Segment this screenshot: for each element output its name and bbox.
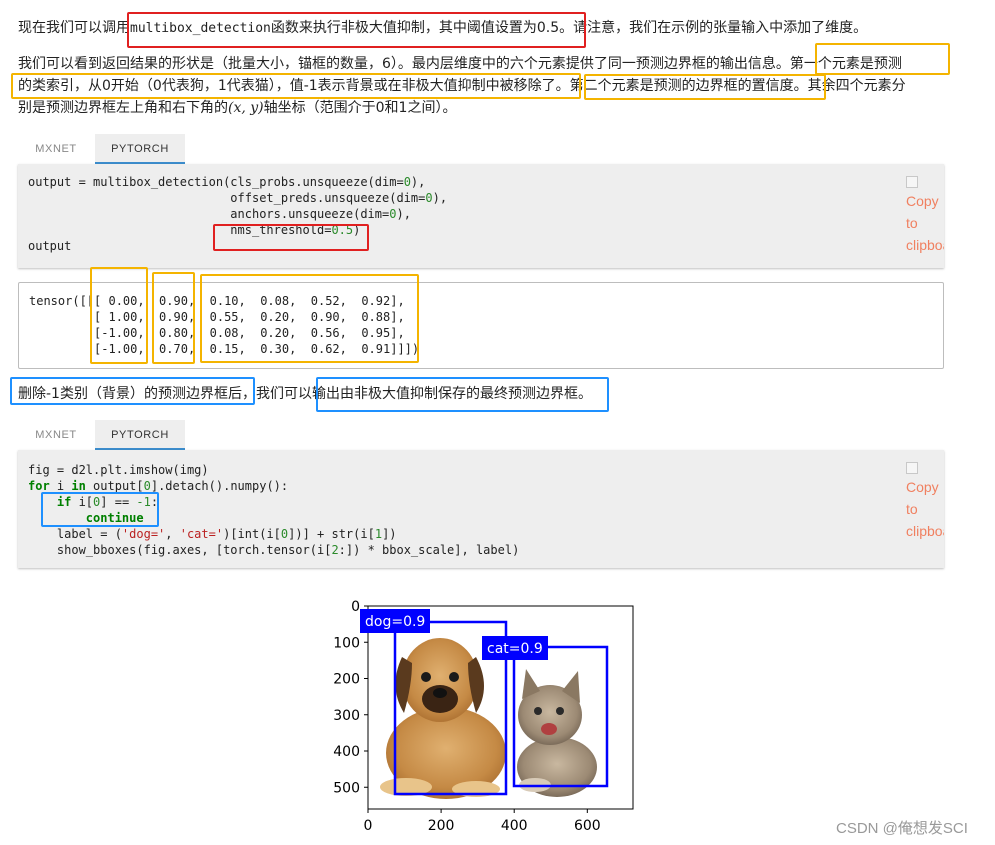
para2-line2: 的类索引，从0开始（0代表狗，1代表猫），值-1表示背景或在非极大值抑制中被移除… [18, 78, 906, 94]
intro-paragraph: 现在我们可以调用multibox_detection函数来执行非极大值抑制，其中… [18, 17, 948, 40]
y-tick-label: 400 [333, 744, 360, 760]
copy-label: Copy to clipboard [906, 193, 944, 253]
para2-line3: 别是预测边界框左上角和右下角的(x, y)轴坐标（范围介于0和1之间）。 [18, 100, 457, 116]
tab-pytorch[interactable]: PYTORCH [95, 134, 185, 164]
copy-to-clipboard-button[interactable]: Copy to clipboard [906, 176, 944, 256]
para1-text-after: 函数来执行非极大值抑制，其中阈值设置为0.5。请注意，我们在示例的张量输入中添加… [270, 20, 868, 36]
code-text: fig = d2l.plt.imshow(img) for i in outpu… [28, 463, 520, 557]
tensor-output-block: tensor([[[ 0.00, 0.90, 0.10, 0.08, 0.52,… [18, 282, 944, 369]
x-tick-label: 600 [574, 818, 601, 834]
y-tick-label: 100 [333, 635, 360, 651]
broken-image-icon [906, 176, 918, 188]
para2-line1: 我们可以看到返回结果的形状是（批量大小，锚框的数量，6）。最内层维度中的六个元素… [18, 56, 902, 72]
x-tick-label: 0 [364, 818, 373, 834]
x-tick-label: 400 [501, 818, 528, 834]
detection-result-plot: dog=0.9 cat=0.9 0 100 200 300 400 500 0 200 400 60… [333, 599, 634, 834]
inline-code-function-name: multibox_detection [130, 21, 271, 36]
tab-mxnet[interactable]: MXNET [18, 134, 94, 164]
csdn-watermark: CSDN @俺想发SCI [836, 820, 968, 837]
tab-mxnet[interactable]: MXNET [18, 420, 94, 450]
dog-score-label: dog=0.9 [365, 614, 425, 630]
code-block-nms: output = multibox_detection(cls_probs.un… [18, 164, 944, 268]
y-tick-label: 200 [333, 672, 360, 688]
filter-description-paragraph: 删除-1类别（背景）的预测边界框后，我们可以输出由非极大值抑制保存的最终预测边界… [18, 386, 592, 402]
cat-score-label: cat=0.9 [487, 641, 543, 657]
x-tick-label: 200 [428, 818, 455, 834]
tensor-output-text: tensor([[[ 0.00, 0.90, 0.10, 0.08, 0.52,… [29, 294, 420, 356]
output-description-paragraph: 我们可以看到返回结果的形状是（批量大小，锚框的数量，6）。最内层维度中的六个元素… [18, 53, 948, 119]
broken-image-icon [906, 462, 918, 474]
y-tick-label: 0 [351, 599, 360, 615]
math-xy: (x, y) [228, 100, 264, 116]
code-text: output = multibox_detection(cls_probs.un… [28, 175, 448, 253]
framework-tabs-2: MXNET PYTORCH [18, 420, 944, 450]
framework-tabs-1: MXNET PYTORCH [18, 134, 944, 164]
tab-pytorch[interactable]: PYTORCH [95, 420, 185, 450]
y-tick-label: 500 [333, 780, 360, 796]
para1-text-before: 现在我们可以调用 [18, 20, 130, 36]
copy-label: Copy to clipboard [906, 479, 944, 539]
copy-to-clipboard-button[interactable]: Copy to clipboard [906, 462, 944, 542]
code-block-show-bboxes: fig = d2l.plt.imshow(img) for i in outpu… [18, 450, 944, 568]
y-tick-label: 300 [333, 708, 360, 724]
